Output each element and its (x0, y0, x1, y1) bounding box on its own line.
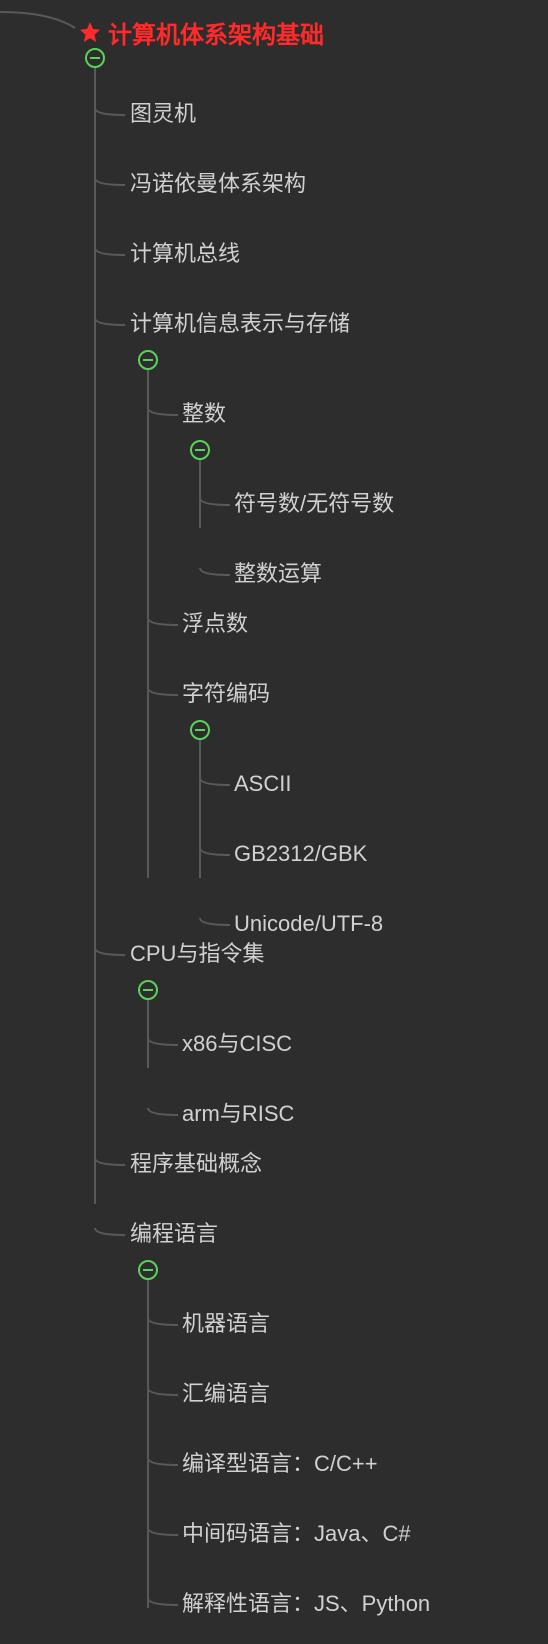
node-x86[interactable]: x86与CISC (182, 1030, 292, 1059)
node-ascii[interactable]: ASCII (234, 770, 291, 799)
node-compiled-lang[interactable]: 编译型语言：C/C++ (182, 1450, 378, 1479)
toggle-info-rep[interactable] (138, 350, 158, 370)
node-gbk[interactable]: GB2312/GBK (234, 840, 367, 869)
node-asm-lang[interactable]: 汇编语言 (182, 1380, 270, 1409)
node-float[interactable]: 浮点数 (182, 610, 248, 639)
toggle-char-enc[interactable] (190, 720, 210, 740)
node-cpu[interactable]: CPU与指令集 (130, 940, 264, 969)
node-interpreted-lang[interactable]: 解释性语言：JS、Python (182, 1590, 430, 1619)
node-prog-lang[interactable]: 编程语言 (130, 1220, 218, 1249)
node-info-rep[interactable]: 计算机信息表示与存储 (130, 310, 350, 339)
node-bus[interactable]: 计算机总线 (130, 240, 240, 269)
node-von-neumann[interactable]: 冯诺依曼体系架构 (130, 170, 306, 199)
toggle-cpu[interactable] (138, 980, 158, 1000)
node-bytecode-lang[interactable]: 中间码语言：Java、C# (182, 1520, 411, 1549)
node-machine-lang[interactable]: 机器语言 (182, 1310, 270, 1339)
toggle-root[interactable] (85, 48, 105, 68)
node-signed[interactable]: 符号数/无符号数 (234, 490, 394, 519)
node-unicode[interactable]: Unicode/UTF-8 (234, 910, 383, 939)
tree-connectors (0, 0, 548, 1644)
node-arm[interactable]: arm与RISC (182, 1100, 294, 1129)
toggle-prog-lang[interactable] (138, 1260, 158, 1280)
node-program-basics[interactable]: 程序基础概念 (130, 1150, 262, 1179)
node-integer[interactable]: 整数 (182, 400, 226, 429)
toggle-integer[interactable] (190, 440, 210, 460)
root-node[interactable]: 计算机体系架构基础 (108, 20, 324, 51)
node-turing[interactable]: 图灵机 (130, 100, 196, 129)
node-char-enc[interactable]: 字符编码 (182, 680, 270, 709)
node-int-ops[interactable]: 整数运算 (234, 560, 322, 589)
star-icon (78, 20, 102, 44)
